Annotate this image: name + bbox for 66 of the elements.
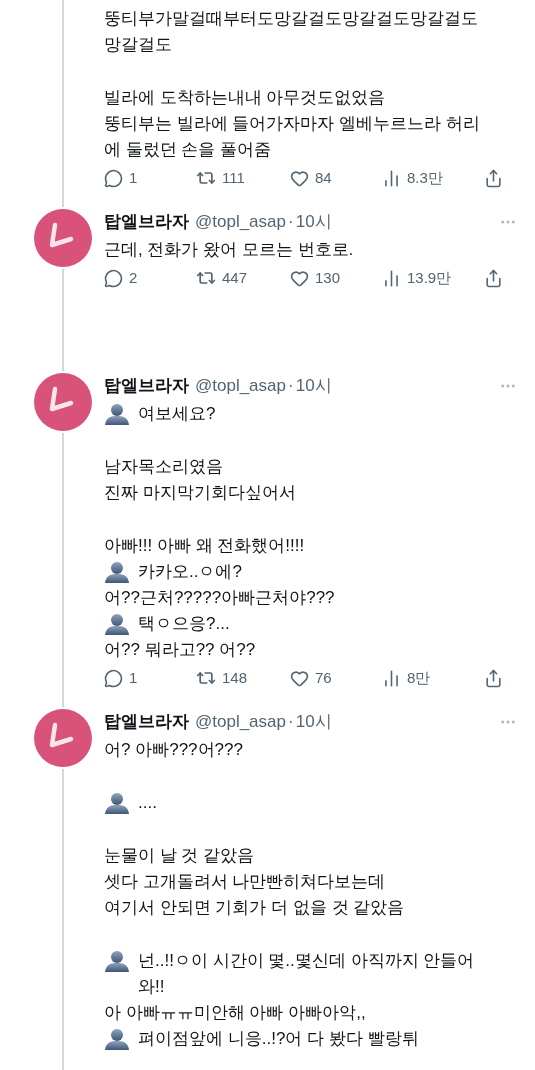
- post-text: ....: [138, 792, 157, 814]
- post-text: 망갈걸도: [104, 34, 172, 56]
- person-icon: [104, 403, 130, 425]
- person-icon: [104, 561, 130, 583]
- author-handle[interactable]: @topl_asap: [195, 709, 286, 735]
- views-button[interactable]: 8만: [382, 666, 474, 690]
- post-text: 카카오..ㅇ에?: [138, 561, 242, 583]
- retweet-button[interactable]: 148: [196, 666, 290, 690]
- post-text: 펴이점앞에 니응..!?어 다 봤다 빨랑튀: [138, 1028, 419, 1050]
- post-text: 뚱티부가말걸때부터도망갈걸도망갈걸도망갈걸도: [104, 8, 478, 30]
- post-text: 여보세요?: [138, 403, 216, 425]
- author-name[interactable]: 탑엘브라자: [104, 209, 189, 235]
- post-text: 셋다 고개돌려서 나만빤히쳐다보는데: [104, 871, 386, 893]
- person-icon: [104, 613, 130, 635]
- post-text: 빌라에 도착하는내내 아무것도없었음: [104, 87, 386, 109]
- reply-button[interactable]: 2: [104, 266, 196, 290]
- post-text: 넌..!!ㅇ이 시간이 몇..몇신데 아직까지 안들어와!!: [138, 950, 476, 998]
- avatar[interactable]: [34, 709, 92, 767]
- retweet-button[interactable]: 447: [196, 266, 290, 290]
- like-icon: [290, 168, 309, 188]
- avatar[interactable]: [34, 209, 92, 267]
- post-text: 근데, 전화가 왔어 모르는 번호로.: [104, 239, 354, 261]
- post-text: 어?? 뭐라고?? 어??: [104, 639, 256, 661]
- views-button[interactable]: 8.3만: [382, 166, 474, 190]
- views-icon: [382, 668, 401, 688]
- retweet-button[interactable]: 111: [196, 166, 290, 190]
- like-icon: [290, 668, 309, 688]
- share-icon[interactable]: [484, 168, 503, 188]
- person-icon: [104, 950, 130, 972]
- author-name[interactable]: 탑엘브라자: [104, 709, 189, 735]
- views-icon: [382, 268, 401, 288]
- post-time[interactable]: 10시: [295, 709, 332, 735]
- author-name[interactable]: 탑엘브라자: [104, 373, 189, 399]
- reply-button[interactable]: 1: [104, 166, 196, 190]
- post-time[interactable]: 10시: [295, 373, 332, 399]
- post-text: 어? 아빠???어???: [104, 739, 243, 761]
- post-time[interactable]: 10시: [295, 209, 332, 235]
- separator-dot: ·: [288, 211, 294, 234]
- share-icon[interactable]: [484, 668, 503, 688]
- post-text: 진짜 마지막기회다싶어서: [104, 482, 296, 504]
- post-text: 여기서 안되면 기회가 더 없을 것 같았음: [104, 897, 405, 919]
- reply-icon: [104, 668, 123, 688]
- reply-icon: [104, 168, 123, 188]
- post-text: 남자목소리였음: [104, 456, 223, 478]
- post-text: 아 아빠ㅠㅠ미안해 아빠 아빠아악,,: [104, 1002, 366, 1024]
- post-text: 택ㅇ으응?...: [138, 613, 230, 635]
- person-icon: [104, 792, 130, 814]
- views-icon: [382, 168, 401, 188]
- like-icon: [290, 268, 309, 288]
- separator-dot: ·: [288, 711, 294, 734]
- reply-button[interactable]: 1: [104, 666, 196, 690]
- reply-icon: [104, 268, 123, 288]
- post-text: 아빠!!! 아빠 왜 전화했어!!!!: [104, 535, 305, 557]
- author-handle[interactable]: @topl_asap: [195, 373, 286, 399]
- like-button[interactable]: 130: [290, 266, 382, 290]
- share-icon[interactable]: [484, 268, 503, 288]
- avatar[interactable]: [34, 373, 92, 431]
- post-text: 어??근처?????아빠근처야???: [104, 587, 335, 609]
- person-icon: [104, 1028, 130, 1050]
- post-text: 눈물이 날 것 같았음: [104, 845, 255, 867]
- post-text: 뚱티부는 빌라에 들어가자마자 엘베누르느라 허리에 둘렀던 손을 풀어줌: [104, 113, 481, 161]
- separator-dot: ·: [288, 375, 294, 398]
- views-button[interactable]: 13.9만: [382, 266, 474, 290]
- author-handle[interactable]: @topl_asap: [195, 209, 286, 235]
- like-button[interactable]: 76: [290, 666, 382, 690]
- like-button[interactable]: 84: [290, 166, 382, 190]
